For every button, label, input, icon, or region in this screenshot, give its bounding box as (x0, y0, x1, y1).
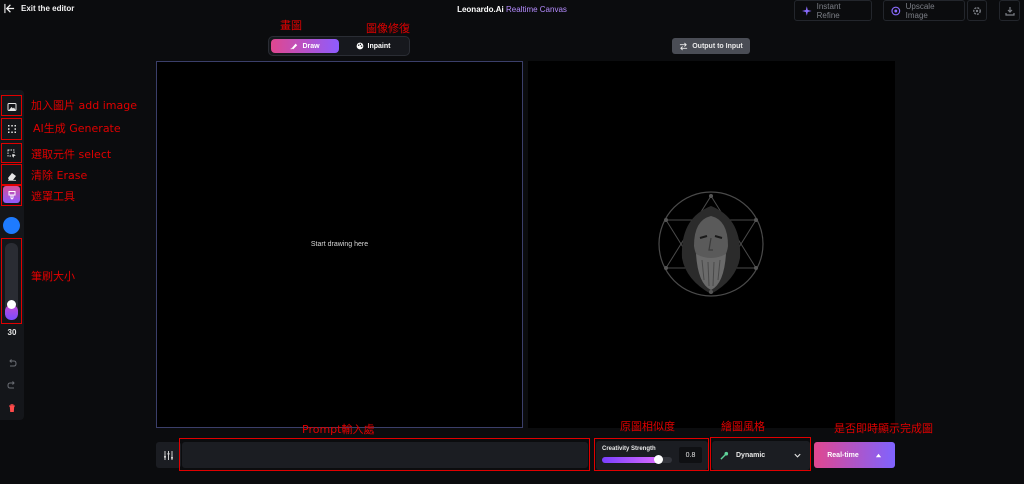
trash-icon (8, 403, 15, 412)
brush-icon (290, 43, 298, 50)
download-button[interactable] (999, 0, 1020, 21)
advanced-settings-button[interactable] (156, 442, 181, 468)
brush-size-value: 30 (7, 328, 17, 337)
annotation-prompt: Prompt輸入處 (302, 423, 375, 436)
tab-draw[interactable]: Draw (271, 39, 339, 53)
canvas-placeholder: Start drawing here (310, 241, 369, 248)
annotation-inpaint: 圖像修復 (366, 22, 410, 35)
output-portrait (658, 191, 764, 297)
instant-refine-label: Instant Refine (816, 1, 841, 20)
sparkle-icon (802, 5, 812, 16)
download-icon (1004, 6, 1015, 16)
tab-draw-label: Draw (302, 42, 320, 50)
annotation-box-style (710, 437, 811, 471)
settings-button[interactable] (967, 0, 987, 21)
tab-inpaint-label: Inpaint (367, 42, 391, 50)
upscale-image-button[interactable]: Upscale Image (883, 0, 965, 21)
annotation-select: 選取元件 select (31, 148, 112, 161)
annotation-add-image: 加入圖片 add image (31, 99, 137, 112)
clear-canvas-button[interactable] (3, 399, 20, 416)
annotation-box-erase (1, 164, 22, 185)
annotation-draw: 畫圖 (280, 19, 302, 32)
redo-button[interactable] (3, 376, 20, 393)
upscale-icon (891, 6, 901, 15)
output-to-input-button[interactable]: Output to Input (672, 38, 750, 54)
annotation-mask: 遮罩工具 (31, 190, 75, 203)
exit-editor-label: Exit the editor (21, 4, 75, 13)
annotation-box-generate (1, 118, 22, 140)
annotation-box-select (1, 143, 22, 163)
undo-button[interactable] (3, 354, 20, 371)
annotation-box-similarity (594, 438, 709, 471)
output-image (658, 191, 764, 297)
undo-icon (8, 358, 17, 366)
annotation-box-brush-size (1, 238, 22, 324)
annotation-brush-size: 筆刷大小 (31, 270, 75, 283)
realtime-label: Real-time (827, 451, 859, 459)
swap-icon (680, 42, 688, 50)
annotation-realtime: 是否即時顯示完成圖 (834, 422, 933, 435)
mode-toggle: Draw Inpaint (268, 36, 410, 56)
annotation-box-add-image (1, 95, 22, 116)
annotation-box-mask (1, 185, 22, 206)
arrow-left-icon (4, 3, 15, 14)
exit-editor-button[interactable]: Exit the editor (4, 3, 74, 14)
caret-up-icon (875, 453, 881, 457)
sliders-icon (164, 450, 173, 460)
annotation-style: 繪圖風格 (721, 420, 765, 433)
tab-inpaint[interactable]: Inpaint (339, 39, 407, 53)
annotation-erase: 清除 Erase (31, 169, 88, 182)
drawing-canvas[interactable]: Start drawing here (156, 61, 523, 428)
brush-color-swatch[interactable] (3, 217, 20, 234)
output-to-input-label: Output to Input (692, 42, 743, 50)
upscale-image-label: Upscale Image (905, 1, 935, 20)
annotation-box-prompt (179, 438, 590, 471)
instant-refine-button[interactable]: Instant Refine (794, 0, 872, 21)
palette-icon (356, 42, 363, 50)
annotation-generate: AI生成 Generate (33, 122, 121, 135)
annotation-similarity: 原圖相似度 (620, 420, 675, 433)
gear-icon (973, 6, 981, 15)
redo-icon (6, 380, 15, 388)
realtime-toggle-button[interactable]: Real-time (814, 442, 895, 468)
